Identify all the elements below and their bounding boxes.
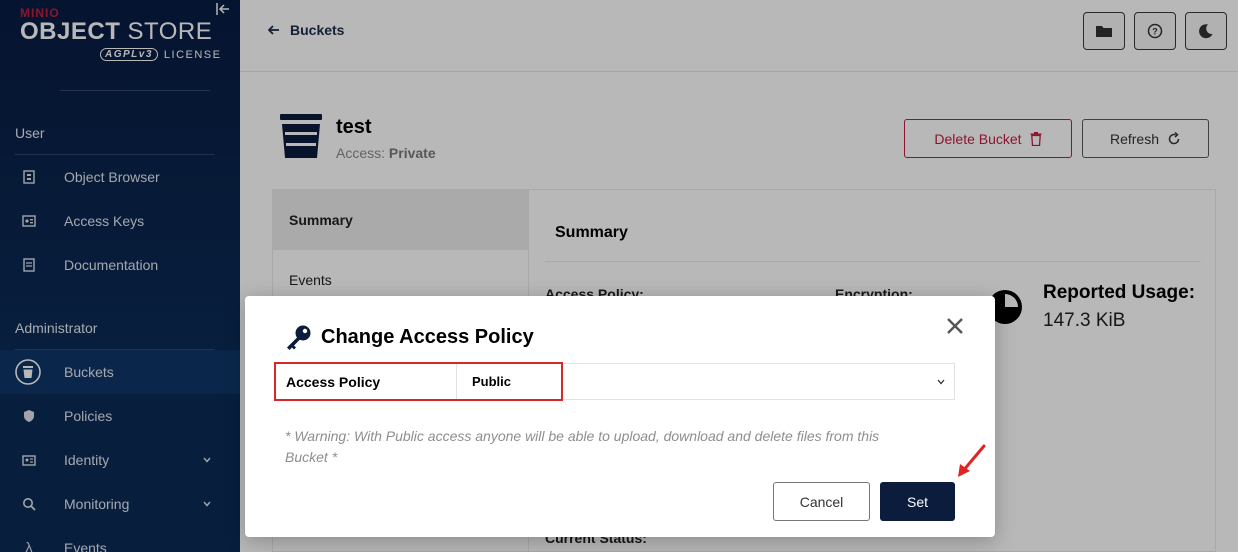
pointer-arrow-annotation [958, 444, 986, 477]
close-icon[interactable] [945, 316, 965, 336]
key-icon [287, 325, 311, 350]
highlight-annotation [274, 362, 563, 401]
cancel-button[interactable]: Cancel [773, 482, 870, 521]
public-access-warning: * Warning: With Public access anyone wil… [285, 428, 880, 465]
chevron-down-icon [937, 379, 945, 385]
modal-title: Change Access Policy [285, 324, 534, 350]
change-access-policy-dialog: Change Access Policy Access Policy Publi… [245, 296, 995, 537]
set-button[interactable]: Set [880, 482, 955, 521]
modal-title-text: Change Access Policy [321, 325, 534, 348]
